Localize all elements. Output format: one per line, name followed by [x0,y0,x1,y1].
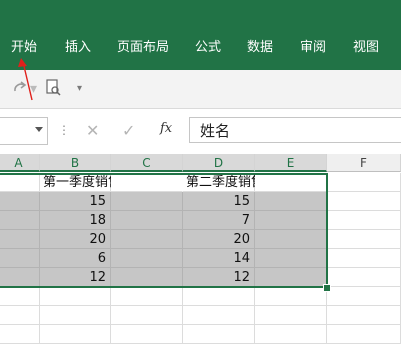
close-icon[interactable]: ✕ [86,121,99,141]
cell-c[interactable] [111,287,183,306]
table-row: 18 7 [0,211,401,230]
checkmark-icon[interactable]: ✓ [122,121,135,141]
table-row: 6 14 [0,249,401,268]
column-header-d[interactable]: D [183,154,255,172]
print-preview-icon[interactable] [45,78,63,100]
cell-d[interactable]: 20 [183,230,255,249]
formula-input[interactable]: 姓名 [189,117,401,143]
table-row: 12 12 [0,268,401,287]
cell-a[interactable] [0,268,40,287]
column-header-f[interactable]: F [327,154,401,172]
cell-c[interactable] [111,306,183,325]
cell-b[interactable] [40,325,111,344]
table-row [0,287,401,306]
cell-e[interactable] [255,268,327,287]
cell-c[interactable] [111,325,183,344]
quick-access-toolbar: ▾ ▾ [0,70,401,109]
tab-home[interactable]: 开始 [11,38,37,58]
tab-view[interactable]: 视图 [353,38,379,58]
cell-e[interactable] [255,306,327,325]
cell-c-header[interactable] [111,173,183,192]
table-row: 15 15 [0,192,401,211]
cell-b[interactable]: 12 [40,268,111,287]
cell-f[interactable] [327,230,401,249]
column-header-c[interactable]: C [111,154,183,172]
table-row [0,325,401,344]
cell-b[interactable]: 20 [40,230,111,249]
column-header-e[interactable]: E [255,154,327,172]
redo-icon-glyph [14,81,27,92]
cell-b[interactable] [40,287,111,306]
cell-b[interactable]: 18 [40,211,111,230]
cell-c[interactable] [111,230,183,249]
cell-a[interactable] [0,211,40,230]
cell-f[interactable] [327,211,401,230]
cell-d-header[interactable]: 第二季度销售量 [183,173,277,192]
tab-data[interactable]: 数据 [247,38,273,58]
cell-b[interactable] [40,306,111,325]
cell-b[interactable]: 6 [40,249,111,268]
customize-toolbar-icon[interactable]: ▾ [77,78,82,100]
cell-d[interactable]: 15 [183,192,255,211]
redo-icon[interactable] [10,78,30,100]
tab-formulas[interactable]: 公式 [195,38,221,58]
worksheet-grid[interactable]: A B C D E F 第一季度销售量 第二季度销售量 15 15 18 7 2… [0,154,401,350]
cell-e[interactable] [255,211,327,230]
table-row [0,306,401,325]
cell-a[interactable] [0,306,40,325]
column-header-a[interactable]: A [0,154,40,172]
tab-insert[interactable]: 插入 [65,38,91,58]
cell-e-header[interactable] [255,173,327,192]
tab-page-layout[interactable]: 页面布局 [117,38,169,58]
cell-f[interactable] [327,325,401,344]
cell-c[interactable] [111,268,183,287]
formula-bar-grip-icon[interactable]: ⋮ [58,123,70,137]
cell-a[interactable] [0,230,40,249]
cell-d[interactable]: 7 [183,211,255,230]
redo-dropdown-icon[interactable]: ▾ [30,78,37,100]
column-header-b[interactable]: B [40,154,111,172]
cell-b-header[interactable]: 第一季度销售量 [40,173,134,192]
cell-d[interactable] [183,306,255,325]
table-row: 20 20 [0,230,401,249]
name-box[interactable] [0,117,48,145]
cell-c[interactable] [111,211,183,230]
cell-a[interactable] [0,287,40,306]
cell-e[interactable] [255,325,327,344]
table-row: 第一季度销售量 第二季度销售量 [0,173,401,192]
cell-c[interactable] [111,249,183,268]
cell-d[interactable]: 14 [183,249,255,268]
cell-f[interactable] [327,249,401,268]
fill-handle[interactable] [323,284,331,292]
tab-review[interactable]: 审阅 [300,38,326,58]
print-preview-glyph [46,79,61,96]
ribbon-tab-bar: 开始 插入 页面布局 公式 数据 审阅 视图 [0,0,401,70]
chevron-down-icon[interactable] [35,127,43,132]
cell-c[interactable] [111,192,183,211]
cell-f[interactable] [327,268,401,287]
cell-f[interactable] [327,287,401,306]
cell-a-header[interactable] [0,173,40,192]
cell-b[interactable]: 15 [40,192,111,211]
cell-e[interactable] [255,192,327,211]
insert-function-icon[interactable]: fx [160,121,172,136]
cell-f[interactable] [327,306,401,325]
cell-a[interactable] [0,192,40,211]
cell-a[interactable] [0,249,40,268]
cell-d[interactable] [183,325,255,344]
cell-e[interactable] [255,230,327,249]
cell-d[interactable] [183,287,255,306]
cell-f-header[interactable] [327,173,401,192]
cell-d[interactable]: 12 [183,268,255,287]
formula-bar: ⋮ ✕ ✓ fx 姓名 [0,109,401,153]
cell-f[interactable] [327,192,401,211]
cell-a[interactable] [0,325,40,344]
cell-e[interactable] [255,249,327,268]
cell-e[interactable] [255,287,327,306]
